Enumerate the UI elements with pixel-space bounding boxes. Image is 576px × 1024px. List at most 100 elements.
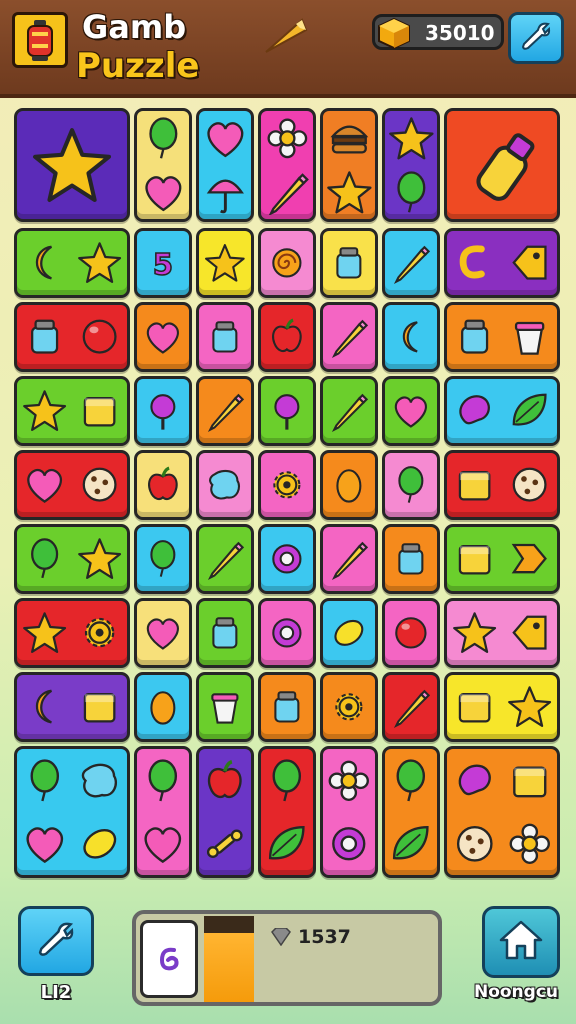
board-tile[interactable] [258,228,316,298]
board-tile[interactable] [444,746,560,878]
board-tile[interactable] [444,598,560,668]
board-tile[interactable] [258,672,316,742]
board-tile[interactable] [382,450,440,520]
board-tile[interactable] [258,302,316,372]
board-tile[interactable] [14,524,130,594]
jar-icon [22,314,67,359]
board-tile[interactable] [320,746,378,878]
jar-icon [204,612,246,654]
board-tile[interactable] [14,108,130,222]
board-tile[interactable] [382,672,440,742]
board-tile[interactable] [14,598,130,668]
board-tile[interactable] [382,302,440,372]
board-tile[interactable] [382,524,440,594]
jar-icon [328,242,370,284]
board-tile[interactable] [320,672,378,742]
board-tile[interactable] [382,598,440,668]
board-tile[interactable] [134,302,192,372]
board-tile[interactable] [444,672,560,742]
box-icon [77,388,122,433]
board-tile[interactable] [196,746,254,878]
coin-counter: 35010 [372,14,504,50]
star-icon [77,536,122,581]
board-tile[interactable] [382,228,440,298]
board-tile[interactable] [444,228,560,298]
board-tile[interactable] [14,228,130,298]
board-tile[interactable] [320,108,378,222]
board-tile[interactable] [320,524,378,594]
star-icon [31,124,113,206]
board-tile[interactable] [258,746,316,878]
pencil-icon [204,390,246,432]
board-tile[interactable] [258,450,316,520]
board-tile[interactable] [196,302,254,372]
board-tile[interactable] [196,598,254,668]
header-bar: Gamb Puzzle 35010 [0,0,576,98]
bean-icon [448,757,501,805]
board-tile[interactable] [320,302,378,372]
board-tile[interactable] [444,524,560,594]
board-tile[interactable] [196,376,254,446]
leaf-icon [263,820,311,868]
board-tile[interactable]: 5 [134,228,192,298]
star-icon [77,240,122,285]
board-tile[interactable] [258,108,316,222]
bone-icon [201,820,249,868]
board-tile[interactable] [134,450,192,520]
lollipop-icon [142,390,184,432]
board-tile[interactable] [14,302,130,372]
board-tile[interactable] [134,376,192,446]
board-tile[interactable] [196,228,254,298]
board-tile[interactable] [382,376,440,446]
board-tile[interactable] [258,598,316,668]
balloon-icon [139,757,187,805]
bean-icon [452,388,497,433]
board-tile[interactable] [196,450,254,520]
board-tile[interactable] [444,376,560,446]
swirl-card-icon[interactable] [140,920,198,998]
pencil-icon [390,686,432,728]
star-icon [388,115,435,162]
board-tile[interactable] [14,746,130,878]
board-tile[interactable] [196,524,254,594]
box-icon [77,684,122,729]
star-icon [22,388,67,433]
board-tile[interactable] [258,376,316,446]
tag-icon [507,610,552,655]
flower-icon [325,757,373,805]
board-tile[interactable] [444,302,560,372]
home-button[interactable] [482,906,560,978]
board-tile[interactable] [320,598,378,668]
board-tile[interactable] [382,746,440,878]
board-tile[interactable] [320,228,378,298]
spiral-icon [266,242,308,284]
lemon-icon [73,820,126,868]
cookie-icon [77,462,122,507]
board-tile[interactable] [258,524,316,594]
board-tile[interactable] [196,672,254,742]
board-tile[interactable] [134,746,192,878]
board-tile[interactable] [134,108,192,222]
board-tile[interactable] [134,598,192,668]
board-tile[interactable] [134,672,192,742]
board-tile[interactable] [444,450,560,520]
board-tile[interactable] [134,524,192,594]
blob-icon [73,757,126,805]
board-tile[interactable] [14,376,130,446]
umbrella-icon [202,169,249,216]
heart-icon [140,169,187,216]
star-icon [507,684,552,729]
board-tile[interactable] [320,376,378,446]
board-tile[interactable] [14,450,130,520]
board-tile[interactable] [196,108,254,222]
board-tile[interactable] [444,108,560,222]
board-tile[interactable] [382,108,440,222]
leaf-icon [507,388,552,433]
home-icon [498,919,544,965]
ring-icon [266,538,308,580]
apple-icon [266,316,308,358]
board-tile[interactable] [14,672,130,742]
board-tile[interactable] [320,450,378,520]
library-button[interactable] [18,906,94,976]
settings-button[interactable] [508,12,564,64]
